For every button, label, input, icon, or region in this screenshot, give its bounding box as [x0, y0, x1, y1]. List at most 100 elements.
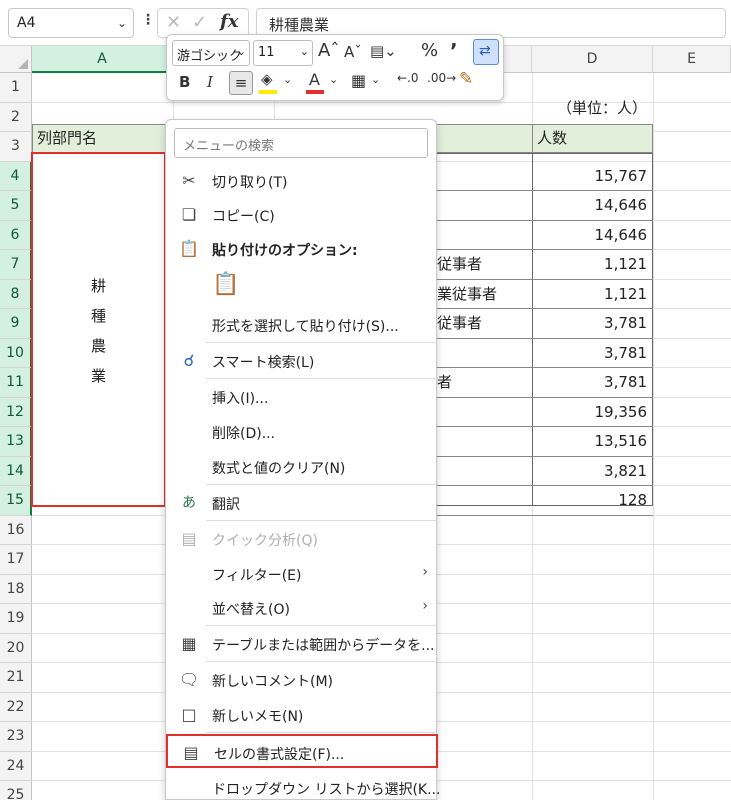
- row-header-14[interactable]: 14: [0, 456, 32, 486]
- row-header-25[interactable]: 25: [0, 781, 32, 800]
- row-header-20[interactable]: 20: [0, 633, 32, 663]
- menu-item-clear[interactable]: 数式と値のクリア(N): [166, 450, 438, 484]
- cell-c7[interactable]: 従事者: [437, 250, 532, 280]
- column-header-e[interactable]: E: [653, 46, 731, 73]
- cell-d4[interactable]: 15,767: [532, 162, 653, 191]
- name-box[interactable]: A4 ⌄: [8, 8, 134, 38]
- row-header-2[interactable]: 2: [0, 102, 32, 132]
- menu-item-table-data[interactable]: ▦ テーブルまたは範囲からデータを...: [166, 627, 438, 661]
- row-header-9[interactable]: 9: [0, 309, 32, 339]
- bold-button[interactable]: B: [179, 73, 190, 91]
- cell-d9[interactable]: 3,781: [532, 309, 653, 339]
- cell-d8[interactable]: 1,121: [532, 280, 653, 309]
- row-header-3[interactable]: 3: [0, 132, 32, 162]
- row-header-17[interactable]: 17: [0, 545, 32, 575]
- row-header-19[interactable]: 19: [0, 604, 32, 634]
- percent-style-icon[interactable]: %: [421, 40, 438, 61]
- menu-item-format-cells[interactable]: ▤ セルの書式設定(F)...: [166, 734, 438, 768]
- column-header-d[interactable]: D: [532, 46, 653, 73]
- menu-label: 新しいコメント(M): [212, 674, 334, 690]
- merged-cell-a4-a15[interactable]: 耕 種 農 業: [31, 152, 166, 507]
- more-icon[interactable]: ⋮: [141, 12, 155, 28]
- row-header-15[interactable]: 15: [0, 486, 32, 516]
- row-header-22[interactable]: 22: [0, 692, 32, 722]
- cell-c6[interactable]: [437, 221, 532, 251]
- chevron-down-icon[interactable]: ⌄: [371, 73, 380, 86]
- row-header-8[interactable]: 8: [0, 279, 32, 309]
- merged-char-4: 業: [90, 367, 106, 385]
- align-center-icon[interactable]: ≡: [229, 71, 253, 95]
- check-icon[interactable]: ✓: [192, 12, 207, 33]
- menu-item-paste-special[interactable]: 形式を選択して貼り付け(S)...: [166, 308, 438, 342]
- row-header-23[interactable]: 23: [0, 722, 32, 752]
- column-header-a[interactable]: A: [32, 46, 173, 73]
- select-all-corner[interactable]: [0, 46, 32, 73]
- menu-item-dropdown-pick[interactable]: ドロップダウン リストから選択(K...: [166, 771, 440, 800]
- menu-item-copy[interactable]: ❏ コピー(C): [166, 198, 438, 232]
- menu-item-sort[interactable]: 並べ替え(O) ›: [166, 591, 438, 625]
- row-header-18[interactable]: 18: [0, 574, 32, 604]
- menu-item-smart-lookup[interactable]: ☌ スマート検索(L): [166, 344, 438, 378]
- cell-d10[interactable]: 3,781: [532, 339, 653, 368]
- menu-item-filter[interactable]: フィルター(E) ›: [166, 557, 438, 591]
- row-header-4[interactable]: 4: [0, 161, 32, 191]
- cell-d11[interactable]: 3,781: [532, 368, 653, 398]
- merge-center-button[interactable]: ⇄: [473, 39, 499, 65]
- chevron-down-icon[interactable]: ⌄: [117, 16, 127, 30]
- menu-item-paste-options: 📋 貼り付けのオプション:: [166, 232, 438, 266]
- cell-c9[interactable]: 従事者: [437, 309, 532, 339]
- comma-style-icon[interactable]: ’: [450, 39, 458, 63]
- fill-color-icon[interactable]: ◈: [261, 70, 273, 88]
- row-header-10[interactable]: 10: [0, 338, 32, 368]
- row-header-13[interactable]: 13: [0, 427, 32, 457]
- row-header-6[interactable]: 6: [0, 220, 32, 250]
- decrease-decimal-icon[interactable]: .00→: [427, 71, 456, 85]
- decrease-font-icon[interactable]: Aˇ: [344, 43, 362, 61]
- insert-function-icon[interactable]: fx: [220, 11, 238, 32]
- cell-d6[interactable]: 14,646: [532, 221, 653, 250]
- row-header-1[interactable]: 1: [0, 73, 32, 103]
- cell-c8[interactable]: 業従事者: [437, 280, 532, 310]
- menu-item-translate[interactable]: あ 翻訳: [166, 486, 438, 520]
- cancel-icon[interactable]: ✕: [166, 12, 181, 33]
- currency-format-icon[interactable]: ▤⌄: [370, 42, 397, 60]
- menu-separator: [206, 520, 438, 521]
- increase-font-icon[interactable]: Aˆ: [318, 40, 339, 61]
- row-header-12[interactable]: 12: [0, 397, 32, 427]
- cell-d7[interactable]: 1,121: [532, 250, 653, 280]
- cell-c11[interactable]: 者: [437, 368, 532, 398]
- chevron-down-icon[interactable]: ⌄: [329, 73, 338, 86]
- cell-c5[interactable]: [437, 191, 532, 221]
- menu-item-delete[interactable]: 削除(D)...: [166, 415, 438, 449]
- cell-c4[interactable]: [437, 162, 532, 192]
- row-header-21[interactable]: 21: [0, 663, 32, 693]
- cell-d14[interactable]: 3,821: [532, 457, 653, 486]
- font-color-icon[interactable]: A: [309, 70, 320, 89]
- paste-option-button[interactable]: 📋: [166, 268, 438, 308]
- font-size-select[interactable]: 11 ⌄: [253, 40, 313, 66]
- italic-button[interactable]: I: [207, 73, 213, 91]
- cell-c10[interactable]: [437, 339, 532, 369]
- font-name-select[interactable]: 游ゴシック ⌄: [172, 40, 250, 66]
- menu-item-new-note[interactable]: □ 新しいメモ(N): [166, 698, 438, 732]
- row-header-7[interactable]: 7: [0, 250, 32, 280]
- borders-icon[interactable]: ▦: [351, 71, 366, 90]
- row-header-16[interactable]: 16: [0, 515, 32, 545]
- menu-search-input[interactable]: メニューの検索: [174, 128, 428, 158]
- cell-d5[interactable]: 14,646: [532, 191, 653, 221]
- menu-item-insert[interactable]: 挿入(I)...: [166, 380, 438, 414]
- header-cell-a3[interactable]: 列部門名: [32, 124, 173, 153]
- header-cell-d3[interactable]: 人数: [532, 124, 653, 153]
- search-icon: ☌: [183, 351, 195, 370]
- cell-d13[interactable]: 13,516: [532, 427, 653, 457]
- cell-d12[interactable]: 19,356: [532, 398, 653, 427]
- row-header-11[interactable]: 11: [0, 368, 32, 398]
- menu-item-new-comment[interactable]: 🗨 新しいコメント(M): [166, 663, 438, 697]
- row-header-5[interactable]: 5: [0, 191, 32, 221]
- chevron-down-icon[interactable]: ⌄: [283, 73, 292, 86]
- increase-decimal-icon[interactable]: ←.0: [397, 71, 419, 85]
- format-painter-icon[interactable]: ✎: [459, 69, 473, 89]
- menu-item-cut[interactable]: ✂ 切り取り(T): [166, 164, 438, 198]
- row-header-24[interactable]: 24: [0, 751, 32, 781]
- cell-d15[interactable]: 128: [532, 486, 653, 516]
